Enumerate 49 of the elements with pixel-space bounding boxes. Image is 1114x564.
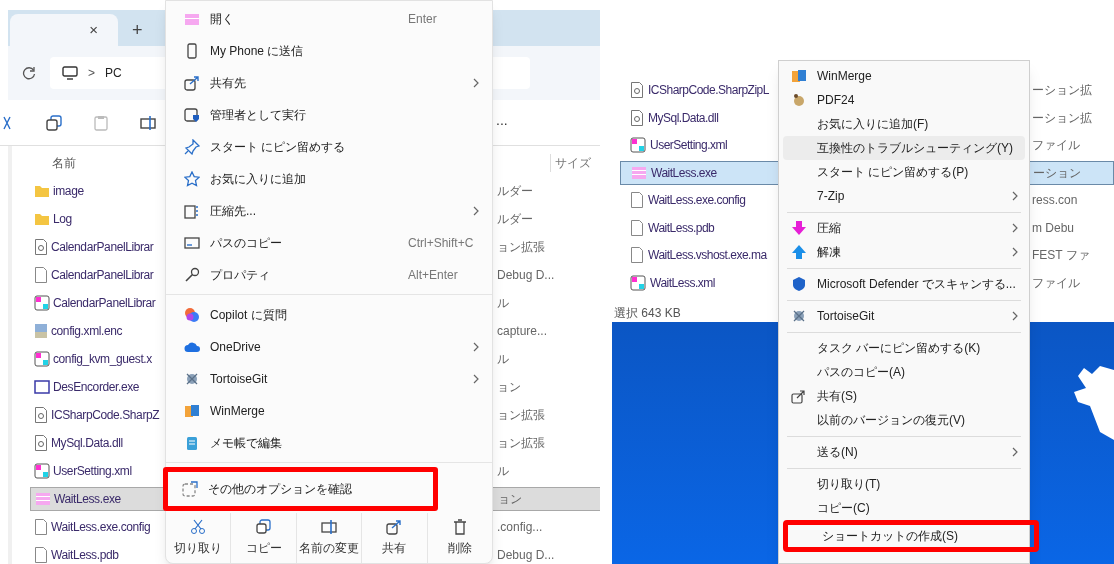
file-type: ル (497, 463, 509, 480)
file-type: ョン拡張 (497, 407, 545, 424)
file-type: FEST ファ (1032, 247, 1090, 264)
file-name: WaitLess.pdb (648, 219, 715, 237)
file-type: ョン拡張 (497, 239, 545, 256)
file-type: ファイル (1032, 274, 1080, 292)
file-type: ress.con (1032, 192, 1078, 209)
file-type: ルダー (497, 211, 533, 228)
file-name: MySql.Data.dll (51, 435, 123, 452)
file-name: ICSharpCode.SharpZipL (648, 82, 769, 99)
breadcrumb-separator: > (88, 65, 95, 82)
file-type: .config... (497, 519, 543, 536)
file-type: ルダー (497, 183, 533, 200)
file-type: ル (497, 295, 509, 312)
file-type: ル (497, 351, 509, 368)
file-name: MySql.Data.dll (648, 109, 719, 127)
file-name: config_kvm_guest.x (53, 351, 152, 368)
file-name: CalendarPanelLibrar (51, 267, 154, 284)
file-name: config.xml.enc (51, 323, 123, 340)
file-name: UserSetting.xml (650, 137, 728, 154)
file-name: ICSharpCode.SharpZ (51, 407, 160, 424)
file-name: WaitLess.xml (650, 274, 715, 292)
file-type: ファイル (1032, 137, 1080, 154)
file-type: ーション拡 (1032, 109, 1092, 127)
file-name: WaitLess.exe (651, 164, 717, 182)
file-type: capture... (497, 323, 548, 340)
file-type: ョン (498, 491, 522, 508)
file-type: ョン (497, 379, 521, 396)
file-name: CalendarPanelLibrar (51, 239, 154, 256)
file-name: WaitLess.exe.config (51, 519, 151, 536)
file-name: image (53, 183, 84, 200)
file-name: CalendarPanelLibrar (53, 295, 156, 312)
shortcut-text: Enter (408, 11, 437, 28)
shortcut-text: Alt+Enter (408, 267, 458, 284)
file-name: WaitLess.exe.config (648, 192, 746, 209)
file-name: DesEncorder.exe (53, 379, 140, 396)
file-type: ーション (1033, 164, 1081, 182)
file-type: ーション拡 (1032, 82, 1092, 99)
file-name: Log (53, 211, 72, 228)
shortcut-text: Ctrl+Shift+C (408, 235, 474, 252)
file-name: WaitLess.vshost.exe.ma (648, 247, 767, 264)
file-type: Debug D... (497, 547, 555, 564)
file-type: ョン拡張 (497, 435, 545, 452)
file-type: m Debu (1032, 219, 1075, 237)
file-name: UserSetting.xml (53, 463, 132, 480)
file-name: WaitLess.exe (54, 491, 121, 508)
status-text: 選択 643 KB (614, 305, 681, 322)
file-type: Debug D... (497, 267, 555, 284)
file-name: WaitLess.pdb (51, 547, 119, 564)
